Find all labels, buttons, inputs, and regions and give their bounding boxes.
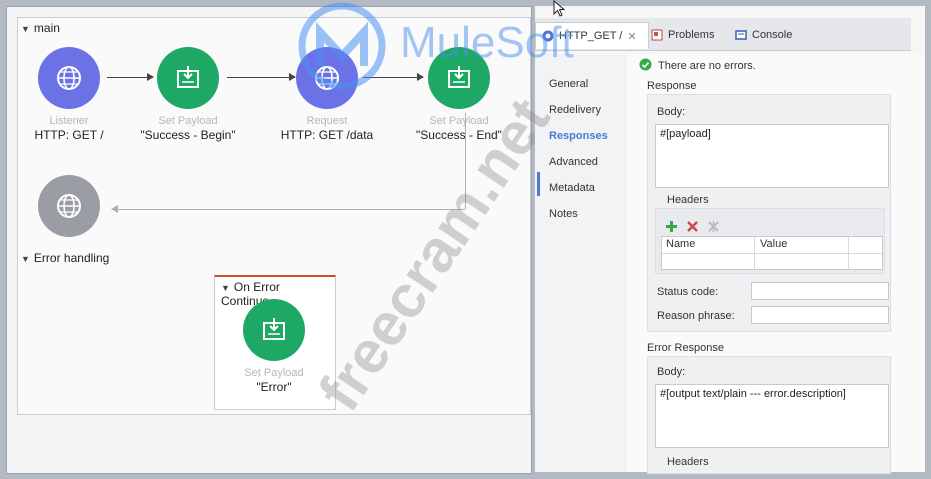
response-headers-table[interactable]: Name Value [661, 236, 883, 270]
responses-content: There are no errors. Response Body: #[pa… [627, 54, 925, 474]
request-node[interactable]: Request HTTP: GET /data [257, 47, 397, 143]
tab-console[interactable]: Console [729, 22, 798, 48]
error-response-body-field[interactable]: #[output text/plain --- error.descriptio… [655, 384, 889, 448]
properties-panel: HTTP_GET / ✕ Problems Console General Re… [535, 6, 925, 474]
set-payload-icon[interactable] [243, 299, 305, 361]
column-header-value[interactable]: Value [760, 238, 787, 250]
validation-status: There are no errors. [639, 58, 756, 74]
node-value: HTTP: GET /data [280, 128, 374, 142]
node-value: "Success - End" [416, 128, 502, 142]
nav-redelivery[interactable]: Redelivery [549, 104, 601, 116]
collapse-triangle-icon[interactable]: ▼ [221, 283, 230, 293]
nav-general[interactable]: General [549, 78, 588, 90]
status-code-input[interactable] [751, 282, 889, 300]
console-icon [735, 29, 747, 41]
set-payload-icon[interactable] [428, 47, 490, 109]
table-row[interactable] [662, 253, 882, 254]
node-caption: Set Payload [158, 115, 218, 127]
problems-icon [651, 29, 663, 41]
error-response-headers-label: Headers [667, 456, 709, 468]
property-sidenav: General Redelivery Responses Advanced Me… [535, 54, 627, 472]
response-body-field[interactable]: #[payload] [655, 124, 889, 188]
reason-phrase-input[interactable] [751, 306, 889, 324]
panel-tabbar: HTTP_GET / ✕ Problems Console [535, 18, 911, 51]
nav-notes[interactable]: Notes [549, 208, 578, 220]
tab-problems[interactable]: Problems [645, 22, 720, 48]
tab-http-get[interactable]: HTTP_GET / ✕ [535, 22, 649, 49]
nav-selection-indicator [537, 172, 540, 196]
nav-advanced[interactable]: Advanced [549, 156, 598, 168]
response-body-label: Body: [657, 106, 686, 118]
nav-metadata[interactable]: Metadata [549, 182, 595, 194]
close-tab-icon[interactable]: ✕ [627, 30, 636, 43]
mouse-cursor-icon [553, 0, 567, 23]
node-caption: Set Payload [429, 115, 489, 127]
set-payload-end-node[interactable]: Set Payload "Success - End" [389, 47, 529, 143]
globe-icon[interactable] [296, 47, 358, 109]
main-flow-title[interactable]: ▼ main [21, 21, 60, 35]
node-value: "Success - Begin" [140, 128, 236, 142]
column-header-name[interactable]: Name [666, 238, 695, 250]
error-response-body-label: Body: [657, 366, 686, 378]
node-caption: Request [306, 115, 348, 127]
set-payload-error-node[interactable]: Set Payload "Error" [204, 299, 344, 395]
listener-response-node[interactable] [0, 175, 139, 237]
flow-canvas[interactable]: ▼ main Listener HTTP: GET / Set Payload "… [6, 6, 532, 474]
status-code-label: Status code: [657, 286, 719, 298]
globe-icon[interactable] [38, 47, 100, 109]
globe-icon[interactable] [38, 175, 100, 237]
error-response-section-title: Error Response [647, 342, 725, 354]
set-payload-icon[interactable] [157, 47, 219, 109]
return-line [117, 209, 465, 210]
node-caption: Set Payload [244, 367, 304, 379]
return-line [465, 113, 466, 209]
node-value: "Error" [256, 380, 292, 394]
mule-icon [542, 30, 554, 42]
response-section-title: Response [647, 80, 697, 92]
set-payload-begin-node[interactable]: Set Payload "Success - Begin" [118, 47, 258, 143]
collapse-triangle-icon[interactable]: ▼ [21, 254, 30, 264]
reason-phrase-label: Reason phrase: [657, 310, 735, 322]
collapse-triangle-icon[interactable]: ▼ [21, 24, 30, 34]
error-handling-title[interactable]: ▼ Error handling [21, 251, 109, 265]
response-headers-label: Headers [667, 194, 709, 206]
nav-responses[interactable]: Responses [549, 130, 608, 142]
check-icon [639, 58, 652, 74]
